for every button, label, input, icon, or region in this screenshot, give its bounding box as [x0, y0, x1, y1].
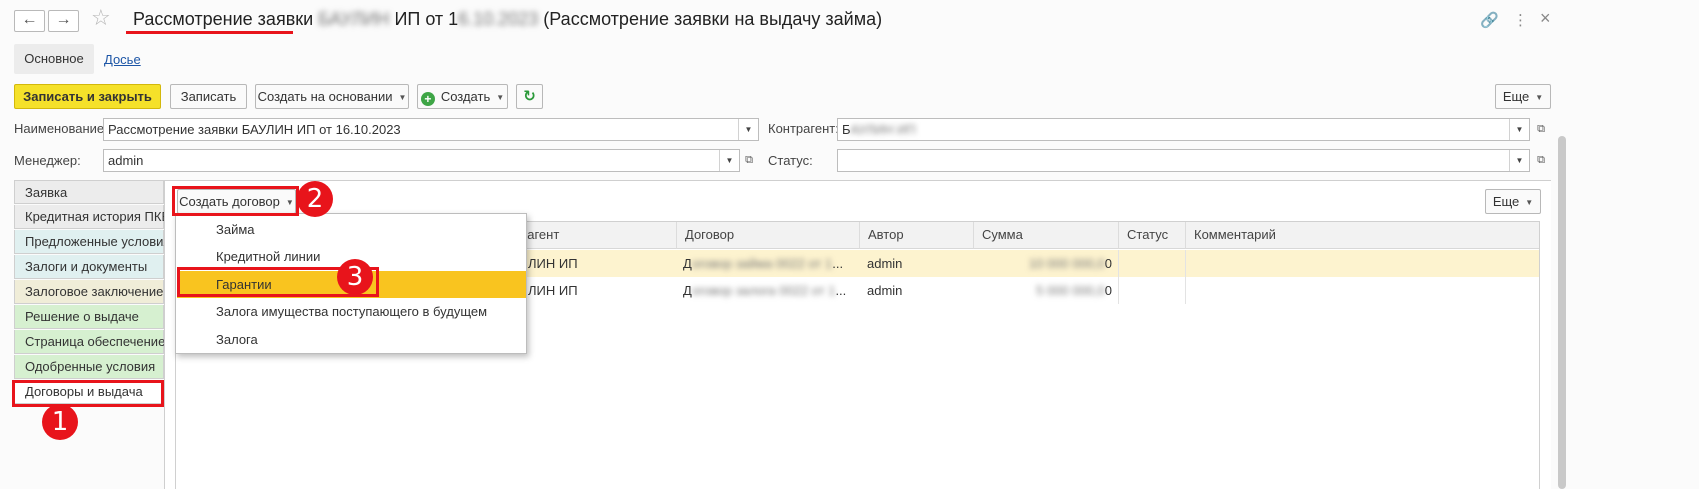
column-divider [1118, 250, 1119, 304]
cell-author: admin [867, 283, 903, 298]
close-icon[interactable]: × [1540, 8, 1551, 29]
cell-counterparty: ЛИН ИП [528, 256, 578, 271]
cell-sum: 5 000 000,00 [1036, 283, 1112, 298]
cell-contract: Договор займа 0022 от 1... [683, 256, 844, 271]
annotation-box-1 [12, 380, 164, 407]
annotation-badge-1: 1 [42, 404, 78, 440]
page-title: Рассмотрение заявки БАУЛИН ИП от 16.10.2… [133, 9, 883, 29]
star-icon[interactable]: ☆ [91, 5, 111, 31]
menu-item-future-property-pledge[interactable]: Залога имущества поступающего в будущем [177, 298, 526, 325]
back-button[interactable]: ← [14, 10, 45, 32]
title-underline-annotation [126, 31, 293, 34]
menu-item-pledge[interactable]: Залога [177, 326, 526, 353]
forward-button[interactable]: → [48, 10, 79, 32]
counterparty-field[interactable]: БАУЛИН ИП ▼ [837, 118, 1530, 141]
column-header-status[interactable]: Статус [1118, 222, 1185, 249]
status-label: Статус: [768, 153, 813, 168]
column-header-contract[interactable]: Договор [676, 222, 859, 249]
name-label: Наименование: [14, 121, 108, 136]
caret-down-icon: ▼ [1525, 198, 1534, 208]
manager-field[interactable]: admin ▼ [103, 149, 740, 172]
annotation-badge-2: 2 [297, 181, 333, 217]
cell-counterparty: ЛИН ИП [528, 283, 578, 298]
column-divider [1185, 250, 1186, 304]
open-icon[interactable]: ⧉ [1531, 118, 1551, 141]
left-tab-credit-history[interactable]: Кредитная история ПКБ [14, 205, 170, 229]
left-tab-application[interactable]: Заявка [14, 180, 164, 204]
left-tab-collateral-docs[interactable]: Залоги и документы [14, 255, 164, 279]
more-button[interactable]: Еще ▼ [1495, 84, 1551, 109]
annotation-box-2 [172, 186, 299, 216]
vertical-scrollbar[interactable] [1558, 136, 1566, 489]
open-icon[interactable]: ⧉ [739, 149, 759, 172]
left-tab-collateral-conclusion[interactable]: Залоговое заключение [14, 280, 164, 304]
left-tab-proposed-terms[interactable]: Предложенные условия [14, 230, 170, 254]
link-icon[interactable]: 🔗 [1480, 11, 1499, 29]
dropdown-icon[interactable]: ▼ [1509, 150, 1529, 171]
arrow-left-icon: ← [21, 11, 38, 28]
annotation-badge-3: 3 [337, 259, 373, 295]
counterparty-label: Контрагент: [768, 121, 839, 136]
column-header-sum[interactable]: Сумма [973, 222, 1118, 249]
save-close-button[interactable]: Записать и закрыть [14, 84, 161, 109]
left-tab-approved-terms[interactable]: Одобренные условия [14, 355, 164, 379]
menu-item-loan[interactable]: Займа [177, 216, 526, 243]
left-tab-security-page[interactable]: Страница обеспечение [14, 330, 165, 354]
create-button[interactable]: + Создать ▼ [417, 84, 508, 109]
column-header-author[interactable]: Автор [859, 222, 973, 249]
tab-main[interactable]: Основное [14, 44, 94, 74]
create-based-button[interactable]: Создать на основании ▼ [255, 84, 409, 109]
refresh-button[interactable]: ↻ [516, 84, 543, 109]
tab-dossier[interactable]: Досье [104, 52, 141, 67]
cell-sum: 10 000 000,00 [1028, 256, 1112, 271]
panel-more-button[interactable]: Еще ▼ [1485, 189, 1541, 214]
column-header-comment[interactable]: Комментарий [1185, 222, 1539, 249]
refresh-icon: ↻ [523, 88, 536, 105]
open-icon[interactable]: ⧉ [1531, 149, 1551, 172]
arrow-right-icon: → [55, 11, 72, 28]
cell-author: admin [867, 256, 903, 271]
dropdown-icon[interactable]: ▼ [1509, 119, 1529, 140]
more-vertical-icon[interactable]: ⋮ [1513, 11, 1528, 29]
caret-down-icon: ▼ [1535, 93, 1544, 103]
status-field[interactable]: ▼ [837, 149, 1530, 172]
manager-label: Менеджер: [14, 153, 81, 168]
name-field[interactable]: Рассмотрение заявки БАУЛИН ИП от 16.10.2… [103, 118, 759, 141]
dropdown-icon[interactable]: ▼ [719, 150, 739, 171]
left-tab-issue-decision[interactable]: Решение о выдаче [14, 305, 164, 329]
plus-icon: + [420, 92, 435, 106]
cell-contract: Договор залога 0022 от 1... [683, 283, 847, 298]
dropdown-icon[interactable]: ▼ [738, 119, 758, 140]
save-button[interactable]: Записать [170, 84, 247, 109]
caret-down-icon: ▼ [496, 93, 505, 103]
caret-down-icon: ▼ [398, 93, 407, 103]
